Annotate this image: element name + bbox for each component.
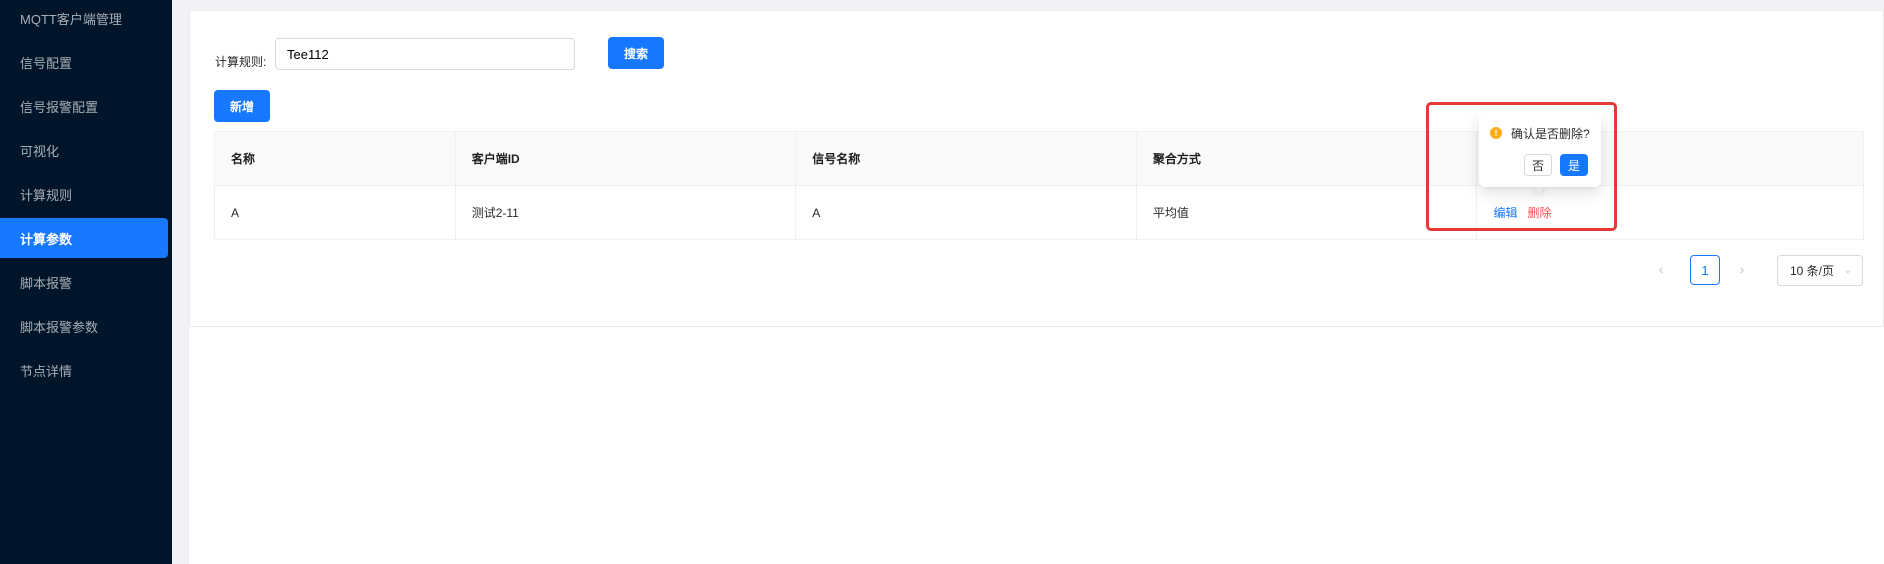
sidebar-item-label: 信号配置 (20, 55, 73, 71)
sidebar-item-label: 节点详情 (20, 363, 73, 379)
table-row: A 测试2-11 A 平均值 编辑 删除 (215, 186, 1863, 239)
sidebar-item-calc-params[interactable]: 计算参数 (0, 218, 168, 258)
column-header-aggregation: 聚合方式 (1137, 132, 1478, 185)
page-size-value: 10 条/页 (1790, 264, 1835, 278)
sidebar-item-label: 脚本报警 (20, 275, 73, 291)
calc-rule-search-input[interactable] (275, 38, 575, 70)
cancel-button[interactable]: 否 (1524, 154, 1552, 176)
chevron-down-icon: ⌄ (1843, 265, 1852, 276)
sidebar-item-calc-rules[interactable]: 计算规则 (0, 174, 168, 214)
sidebar-item-signal-config[interactable]: 信号配置 (0, 42, 168, 82)
column-header-signal-name: 信号名称 (796, 132, 1137, 185)
prev-page-button[interactable]: ‹ (1647, 255, 1675, 283)
column-header-name: 名称 (215, 132, 456, 185)
sidebar: MQTT客户端管理 信号配置 信号报警配置 可视化 计算规则 计算参数 脚本报警… (0, 0, 172, 564)
sidebar-item-label: 计算规则 (20, 187, 73, 203)
page-1-button[interactable]: 1 (1690, 255, 1720, 285)
sidebar-item-script-alarm-params[interactable]: 脚本报警参数 (0, 306, 168, 346)
data-table: 名称 客户端ID 信号名称 聚合方式 A 测试2-11 A 平均值 编辑 删除 (214, 131, 1864, 240)
cell-actions: 编辑 删除 (1477, 186, 1863, 239)
cell-client-id: 测试2-11 (456, 186, 797, 239)
sidebar-item-label: 可视化 (20, 143, 60, 159)
sidebar-item-label: 脚本报警参数 (20, 319, 99, 335)
content-card: 计算规则: 搜索 新增 名称 客户端ID 信号名称 聚合方式 A 测试2-11 … (189, 10, 1884, 327)
search-button[interactable]: 搜索 (608, 37, 664, 69)
delete-popconfirm: ! 确认是否删除? 否 是 (1479, 111, 1601, 187)
content-background (189, 327, 1884, 564)
cell-aggregation: 平均值 (1137, 186, 1478, 239)
sidebar-item-node-detail[interactable]: 节点详情 (0, 350, 168, 390)
next-page-button[interactable]: › (1728, 255, 1756, 283)
cell-signal-name: A (796, 186, 1137, 239)
table-header-row: 名称 客户端ID 信号名称 聚合方式 (215, 132, 1863, 186)
delete-link[interactable]: 删除 (1527, 204, 1551, 221)
sidebar-item-label: MQTT客户端管理 (20, 11, 122, 27)
sidebar-item-mqtt-client[interactable]: MQTT客户端管理 (0, 0, 168, 38)
main-area: 计算规则: 搜索 新增 名称 客户端ID 信号名称 聚合方式 A 测试2-11 … (172, 0, 1884, 564)
sidebar-item-signal-alarm[interactable]: 信号报警配置 (0, 86, 168, 126)
popconfirm-title: 确认是否删除? (1511, 127, 1590, 141)
search-label: 计算规则: (215, 55, 267, 69)
add-button[interactable]: 新增 (214, 90, 270, 122)
edit-link[interactable]: 编辑 (1493, 204, 1517, 221)
sidebar-item-label: 信号报警配置 (20, 99, 99, 115)
page-size-select[interactable]: 10 条/页 ⌄ (1777, 255, 1863, 286)
sidebar-item-label: 计算参数 (20, 231, 73, 247)
confirm-button[interactable]: 是 (1560, 154, 1588, 176)
warning-icon: ! (1490, 127, 1502, 139)
cell-name: A (215, 186, 456, 239)
sidebar-item-script-alarm[interactable]: 脚本报警 (0, 262, 168, 302)
column-header-client-id: 客户端ID (456, 132, 797, 185)
sidebar-item-visualization[interactable]: 可视化 (0, 130, 168, 170)
